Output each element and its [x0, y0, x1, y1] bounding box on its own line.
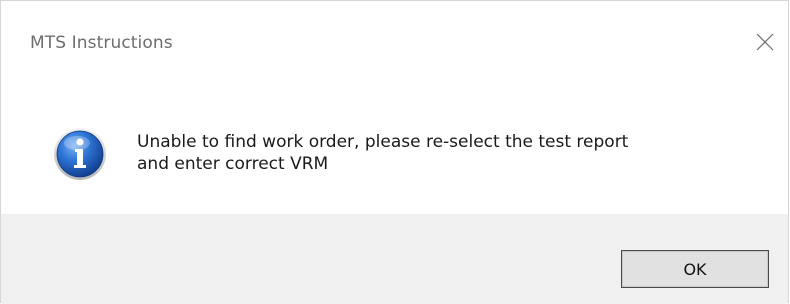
message-line-1: Unable to find work order, please re-sel… — [137, 132, 629, 152]
message-dialog: MTS Instructions Unable to find work ord… — [0, 0, 789, 304]
title-bar[interactable]: MTS Instructions — [1, 1, 788, 91]
message-line-2: and enter correct VRM — [137, 154, 329, 174]
dialog-content: Unable to find work order, please re-sel… — [1, 91, 788, 214]
close-icon — [755, 32, 775, 52]
window-title: MTS Instructions — [30, 33, 173, 53]
info-icon — [53, 127, 107, 181]
ok-button[interactable]: OK — [621, 250, 769, 288]
dialog-footer: OK — [1, 214, 788, 304]
dialog-message: Unable to find work order, please re-sel… — [137, 131, 757, 175]
close-button[interactable] — [750, 27, 780, 57]
